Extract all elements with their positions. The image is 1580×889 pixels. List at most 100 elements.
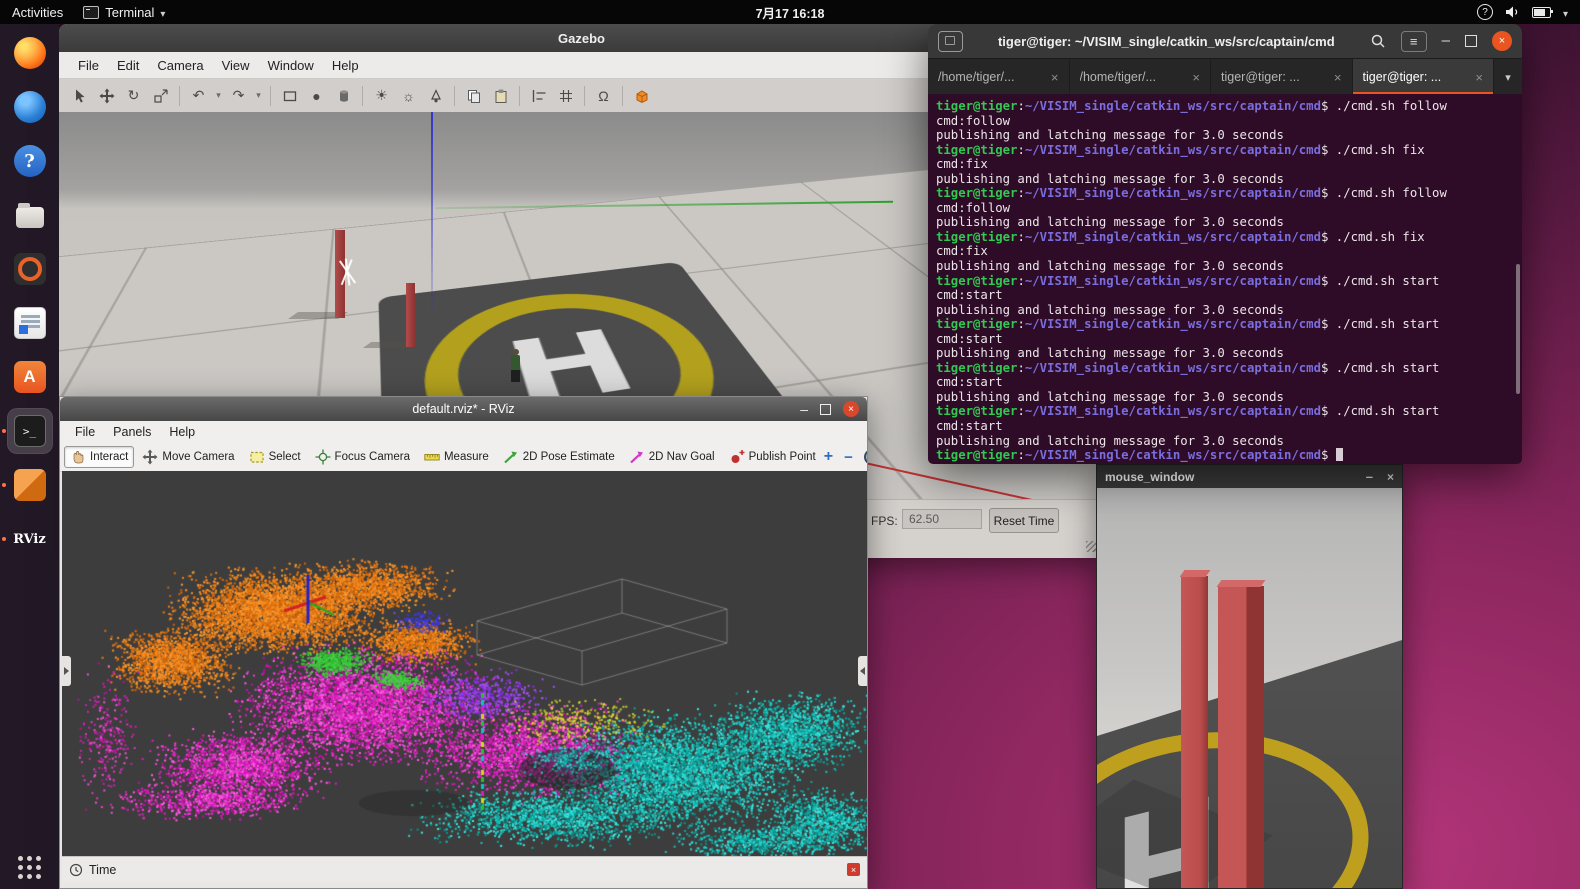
gazebo-menu-file[interactable]: File xyxy=(69,58,108,73)
panel-collapse-handle-right[interactable] xyxy=(858,656,867,686)
dock-item-terminal[interactable]: >_ xyxy=(8,409,52,453)
fps-value-field[interactable]: 62.50 xyxy=(902,509,982,529)
dock-item-ros-tools[interactable] xyxy=(8,463,52,507)
mouse-window-view[interactable]: H xyxy=(1097,488,1402,888)
tab-list-dropdown[interactable] xyxy=(1494,59,1522,95)
tool-2d-nav-goal[interactable]: 2D Nav Goal xyxy=(623,446,721,468)
dock-item-ubuntu-software[interactable]: A xyxy=(8,355,52,399)
tab-close-icon[interactable]: × xyxy=(1051,70,1059,85)
hamburger-menu-icon[interactable] xyxy=(1401,31,1427,52)
redo-icon[interactable]: ↷ xyxy=(226,83,251,108)
battery-icon[interactable] xyxy=(1532,7,1551,18)
terminal-line: publishing and latching message for 3.0 … xyxy=(936,128,1520,143)
remove-tool-button[interactable] xyxy=(844,449,853,466)
panel-collapse-handle-left[interactable] xyxy=(62,656,71,686)
maximize-button[interactable] xyxy=(1465,35,1477,47)
align-icon[interactable] xyxy=(526,83,551,108)
rotate-icon[interactable]: ↻ xyxy=(121,83,146,108)
mouse-window-titlebar[interactable]: mouse_window xyxy=(1097,465,1402,488)
tab-close-icon[interactable]: × xyxy=(1192,70,1200,85)
rviz-menu-help[interactable]: Help xyxy=(160,425,204,439)
gazebo-menu-window[interactable]: Window xyxy=(259,58,323,73)
minimize-button[interactable] xyxy=(1442,32,1450,50)
tool-move-camera[interactable]: Move Camera xyxy=(136,446,240,468)
rviz-titlebar[interactable]: default.rviz* - RViz xyxy=(60,397,867,421)
copy-icon[interactable] xyxy=(461,83,486,108)
activities-button[interactable]: Activities xyxy=(0,0,75,24)
help-status-icon[interactable] xyxy=(1477,4,1493,20)
sphere-icon[interactable]: ● xyxy=(304,83,329,108)
terminal-tab-1[interactable]: /home/tiger/...× xyxy=(928,59,1070,95)
tool-publish-point[interactable]: Publish Point xyxy=(723,446,822,468)
show-applications-button[interactable] xyxy=(18,856,41,879)
tab-close-icon[interactable]: × xyxy=(1334,70,1342,85)
terminal-tab-2[interactable]: /home/tiger/...× xyxy=(1070,59,1212,95)
dock-item-help[interactable]: ? xyxy=(8,139,52,183)
rviz-menu-file[interactable]: File xyxy=(66,425,104,439)
select-arrow-icon[interactable] xyxy=(67,83,92,108)
rviz-window-title: default.rviz* - RViz xyxy=(60,402,867,416)
rviz-menu-panels[interactable]: Panels xyxy=(104,425,160,439)
clock[interactable]: 7月17 16:18 xyxy=(756,3,825,22)
building-editor-icon[interactable] xyxy=(629,83,654,108)
rviz-3d-viewport[interactable] xyxy=(62,471,867,856)
minimize-button[interactable] xyxy=(800,401,808,417)
gazebo-menu-help[interactable]: Help xyxy=(323,58,368,73)
gazebo-menu-view[interactable]: View xyxy=(213,58,259,73)
minimize-button[interactable] xyxy=(1366,469,1373,484)
sun-light-icon[interactable]: ☀ xyxy=(369,83,394,108)
tool-interact[interactable]: Interact xyxy=(64,446,134,468)
app-menu[interactable]: Terminal xyxy=(75,0,173,24)
terminal-scrollbar-thumb[interactable] xyxy=(1516,264,1520,394)
close-button[interactable] xyxy=(1387,470,1394,484)
terminal-titlebar[interactable]: tiger@tiger: ~/VISIM_single/catkin_ws/sr… xyxy=(928,24,1522,58)
add-tool-button[interactable] xyxy=(824,448,833,466)
z-axis-line xyxy=(431,112,433,310)
gazebo-window-title: Gazebo xyxy=(558,31,605,46)
volume-icon[interactable] xyxy=(1505,5,1520,19)
tool-measure[interactable]: Measure xyxy=(418,446,495,468)
time-panel-close-button[interactable] xyxy=(847,863,860,876)
reset-time-button[interactable]: Reset Time xyxy=(989,508,1059,533)
box-icon[interactable] xyxy=(277,83,302,108)
tool-2d-pose-estimate[interactable]: 2D Pose Estimate xyxy=(497,446,621,468)
joint-icon[interactable]: Ω xyxy=(591,83,616,108)
gazebo-menu-edit[interactable]: Edit xyxy=(108,58,148,73)
translate-icon[interactable] xyxy=(94,83,119,108)
dock-item-media-player[interactable] xyxy=(8,247,52,291)
tool-select[interactable]: Select xyxy=(243,446,307,468)
dock-item-firefox[interactable] xyxy=(8,31,52,75)
gazebo-menu-camera[interactable]: Camera xyxy=(148,58,212,73)
redo-history-icon[interactable]: ▾ xyxy=(253,83,264,108)
chevron-left-icon xyxy=(860,667,865,675)
scale-icon[interactable] xyxy=(148,83,173,108)
point-light-icon[interactable]: ☼ xyxy=(396,83,421,108)
terminal-line: tiger@tiger:~/VISIM_single/catkin_ws/src… xyxy=(936,361,1520,376)
terminal-output[interactable]: tiger@tiger:~/VISIM_single/catkin_ws/src… xyxy=(928,94,1522,464)
dock-item-mail-client[interactable] xyxy=(8,85,52,129)
chevron-down-icon[interactable] xyxy=(1563,5,1568,20)
dock-item-rviz[interactable]: RViz xyxy=(8,517,52,561)
system-status-area[interactable] xyxy=(1477,0,1580,24)
close-button[interactable] xyxy=(843,401,859,417)
undo-history-icon[interactable]: ▾ xyxy=(213,83,224,108)
dock-item-files[interactable] xyxy=(8,193,52,237)
snap-icon[interactable] xyxy=(553,83,578,108)
rviz-toolbar: InteractMove CameraSelectFocus CameraMea… xyxy=(60,443,867,472)
pointcloud-canvas[interactable] xyxy=(62,471,867,856)
close-button[interactable] xyxy=(1492,31,1512,51)
tab-close-icon[interactable]: × xyxy=(1475,70,1483,85)
undo-icon[interactable]: ↶ xyxy=(186,83,211,108)
search-icon[interactable] xyxy=(1370,33,1386,49)
terminal-tab-3[interactable]: tiger@tiger: ...× xyxy=(1211,59,1353,95)
cylinder-icon[interactable] xyxy=(331,83,356,108)
maximize-button[interactable] xyxy=(820,404,831,415)
dock-item-libreoffice-writer[interactable] xyxy=(8,301,52,345)
terminal-tab-4[interactable]: tiger@tiger: ... × xyxy=(1353,59,1495,95)
paste-icon[interactable] xyxy=(488,83,513,108)
tool-properties-button[interactable] xyxy=(864,449,867,465)
tool-focus-camera[interactable]: Focus Camera xyxy=(309,446,416,468)
spot-light-icon[interactable] xyxy=(423,83,448,108)
firefox-icon xyxy=(14,37,46,69)
tab-label: tiger@tiger: ... xyxy=(1363,70,1470,84)
